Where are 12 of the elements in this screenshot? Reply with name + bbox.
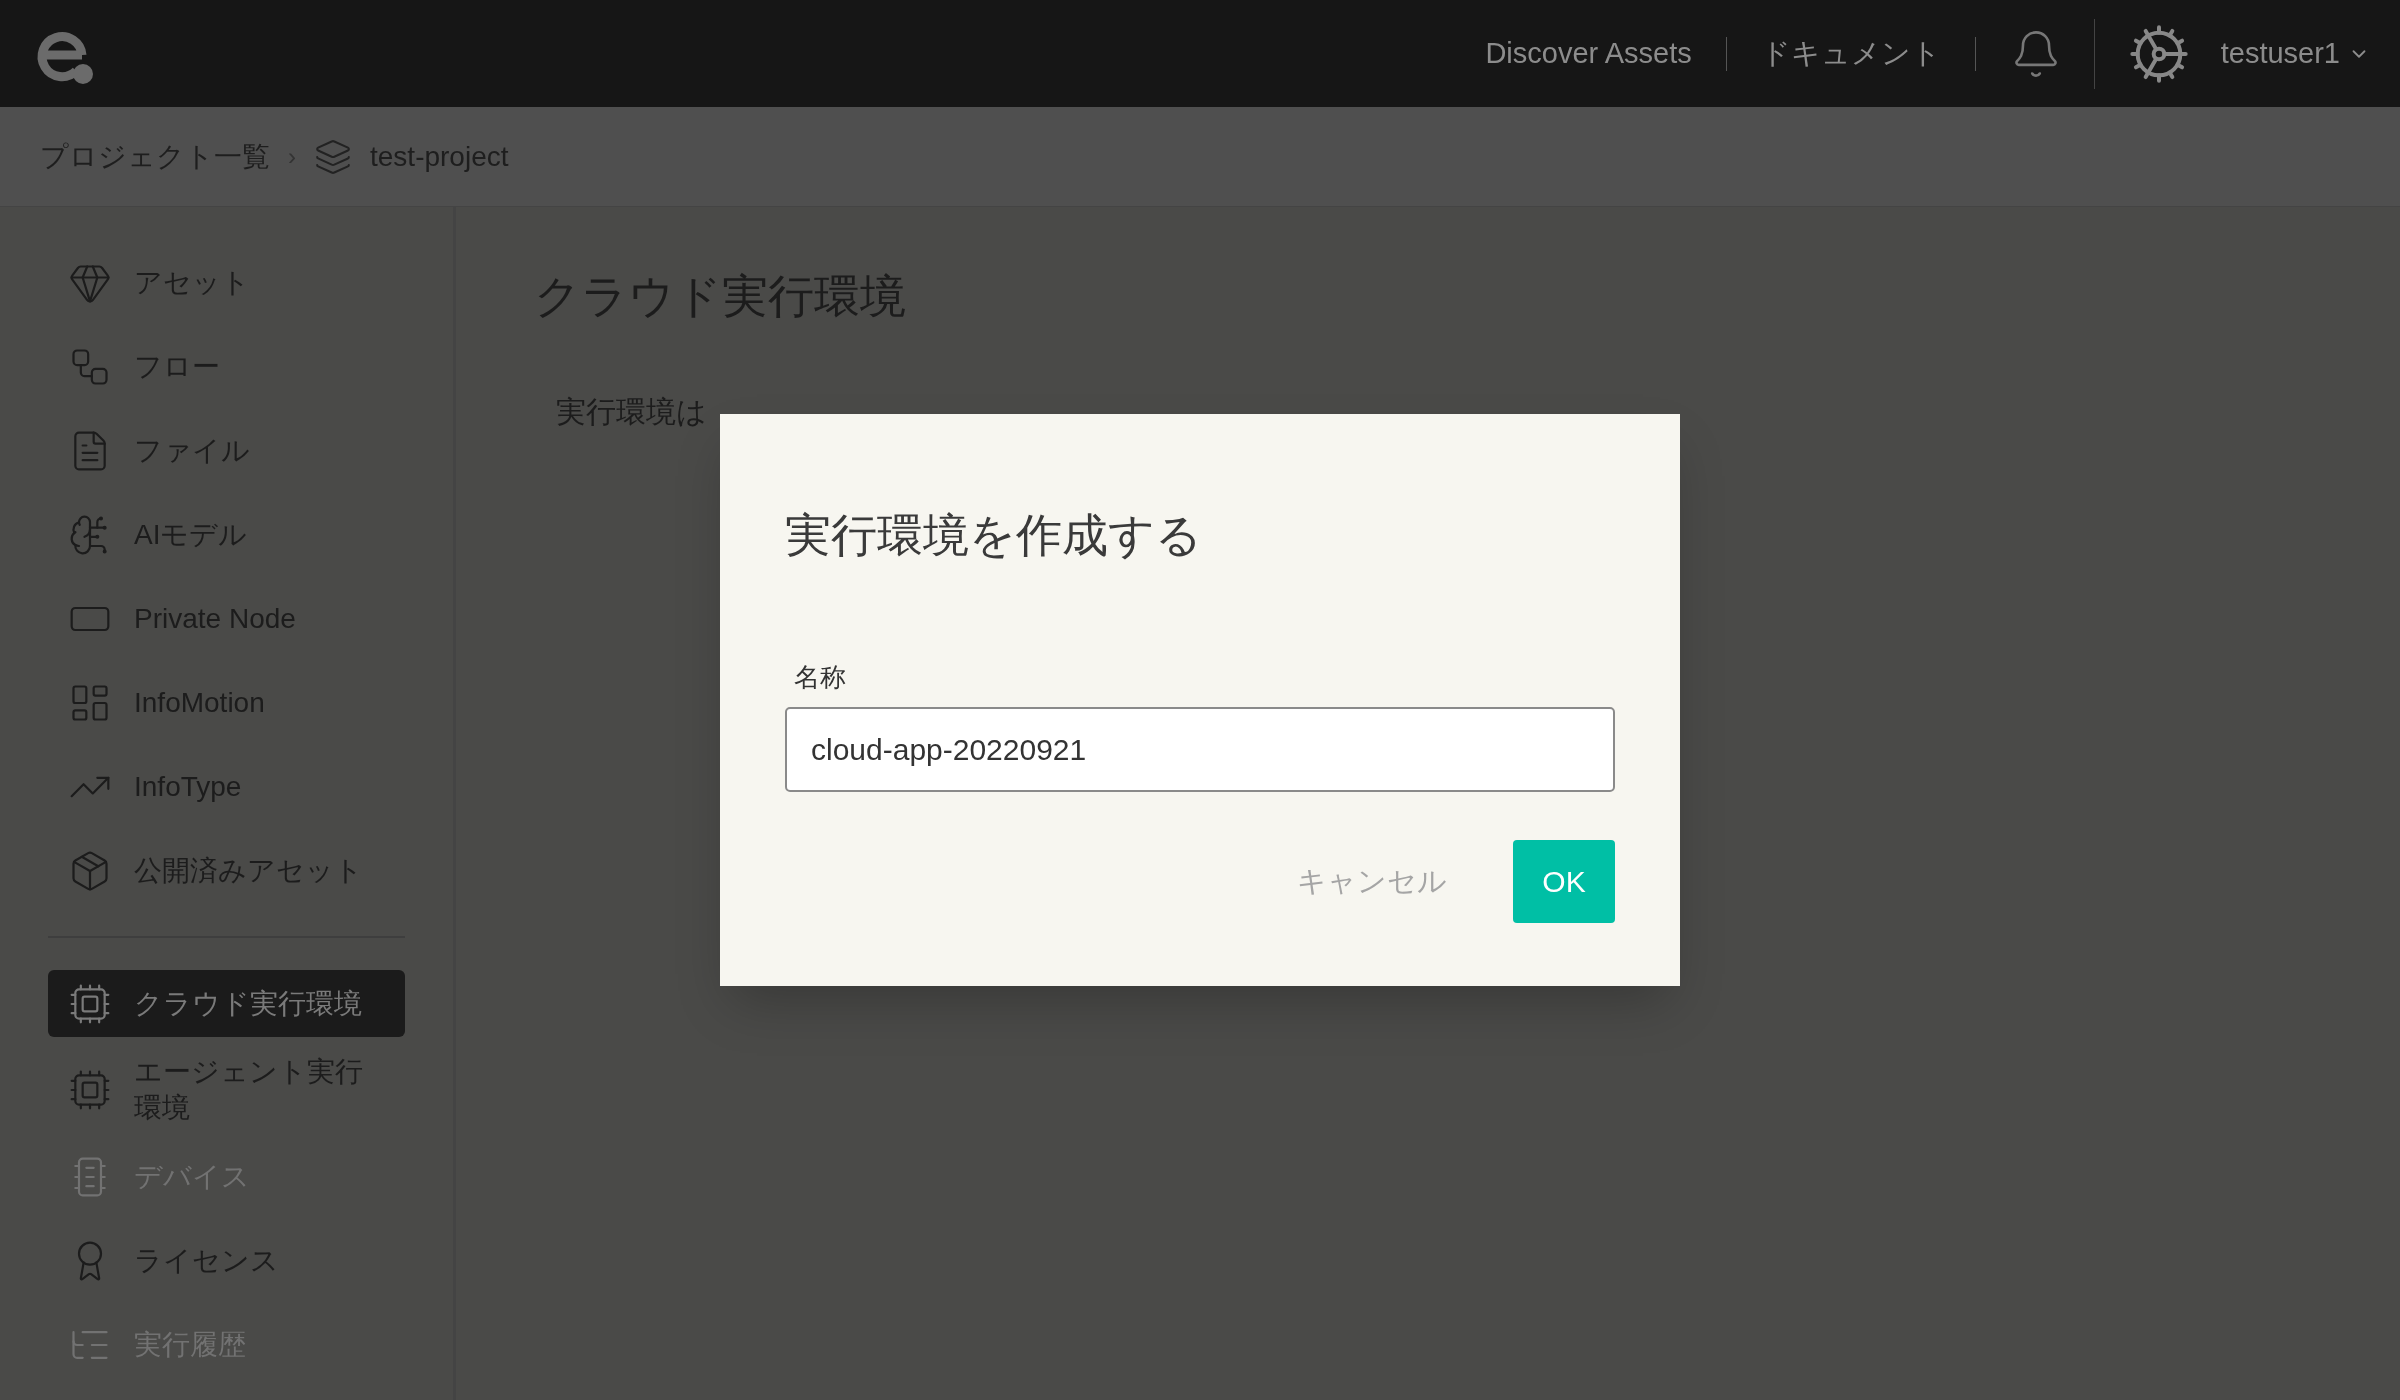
dialog-title: 実行環境を作成する	[785, 512, 1203, 558]
breadcrumb-separator: ›	[288, 141, 296, 172]
cancel-button[interactable]: キャンセル	[1295, 859, 1449, 904]
sidebar-item[interactable]: クラウド実行環境	[48, 970, 405, 1037]
user-menu[interactable]: testuser1	[2220, 31, 2370, 76]
nav-link[interactable]: Discover Assets	[1485, 31, 1692, 76]
nav-link[interactable]: ドキュメント	[1760, 31, 1941, 76]
layers-icon	[314, 137, 352, 176]
field-label: 名称	[794, 661, 846, 694]
name-field[interactable]: cloud-app-20220921	[785, 707, 1615, 792]
ok-button[interactable]: OK	[1513, 840, 1615, 923]
chip-icon	[68, 1068, 112, 1112]
